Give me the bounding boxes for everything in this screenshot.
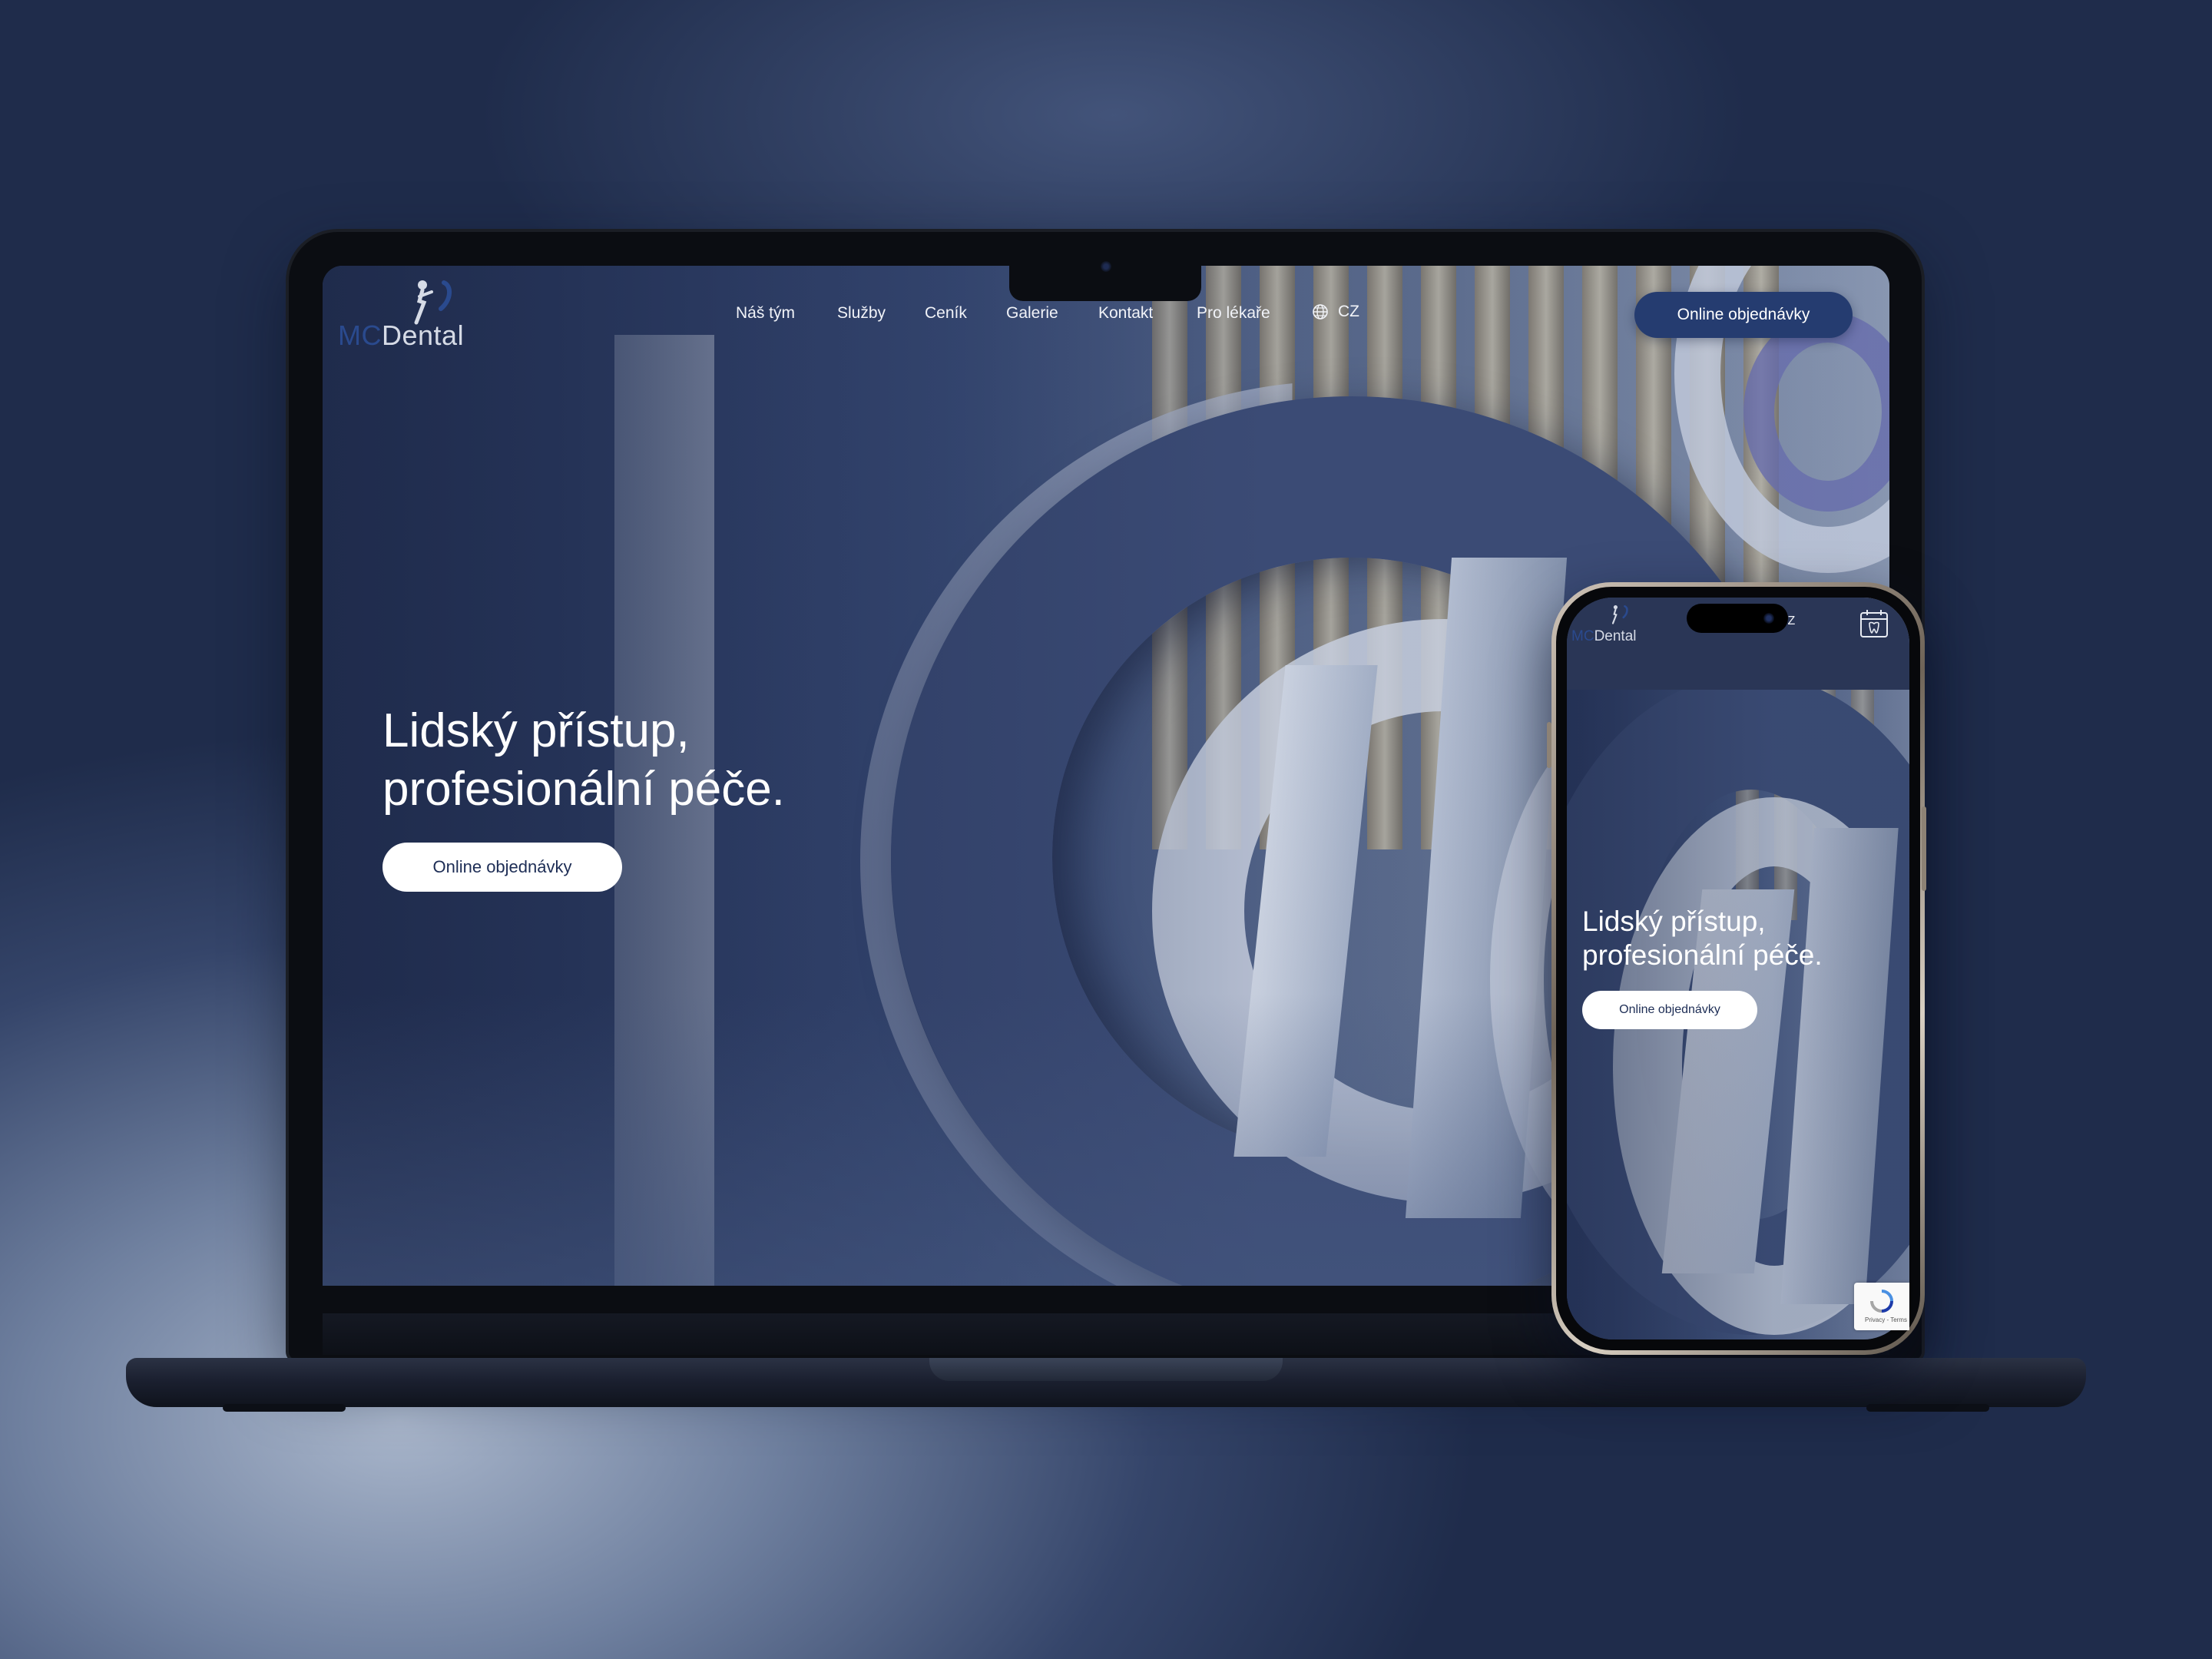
nav-link-for-doctors[interactable]: Pro lékaře [1197, 304, 1270, 323]
mobile-hero-title: Lidský přístup, profesionální péče. [1582, 906, 1823, 971]
mobile-hero-booking-button[interactable]: Online objednávky [1582, 991, 1757, 1029]
calendar-tooth-icon[interactable] [1859, 608, 1889, 639]
globe-icon [1313, 304, 1328, 320]
recaptcha-badge[interactable]: Privacy - Terms [1854, 1283, 1909, 1330]
hero-booking-button[interactable]: Online objednávky [382, 843, 622, 892]
logo-wordmark: MCDental [338, 320, 465, 351]
laptop-hinge [929, 1358, 1283, 1381]
logo-figure-icon [1611, 604, 1628, 624]
site-logo[interactable]: MCDental [338, 278, 492, 355]
camera-icon [1101, 261, 1111, 272]
recaptcha-links: Privacy - Terms [1865, 1316, 1907, 1323]
front-camera-icon [1763, 613, 1774, 624]
language-label: CZ [1338, 303, 1359, 320]
phone-side-button [1922, 806, 1926, 891]
logo-figure-icon [414, 280, 452, 325]
hero-title: Lidský přístup, profesionální péče. [382, 704, 785, 816]
mobile-logo-wordmark: MCDental [1571, 628, 1637, 644]
nav-link-services[interactable]: Služby [837, 304, 886, 323]
phone-side-button [1547, 722, 1551, 768]
nav-link-gallery[interactable]: Galerie [1006, 304, 1058, 323]
language-switcher[interactable]: CZ [1312, 303, 1359, 321]
online-booking-button[interactable]: Online objednávky [1634, 292, 1853, 338]
nav-link-pricing[interactable]: Ceník [925, 304, 967, 323]
laptop-foot [1866, 1404, 1989, 1412]
laptop-foot [223, 1404, 346, 1412]
recaptcha-icon [1870, 1290, 1893, 1313]
nav-link-contact[interactable]: Kontakt [1098, 304, 1153, 323]
nav-link-team[interactable]: Náš tým [736, 304, 795, 323]
mobile-site-logo[interactable]: MCDental [1571, 604, 1641, 647]
